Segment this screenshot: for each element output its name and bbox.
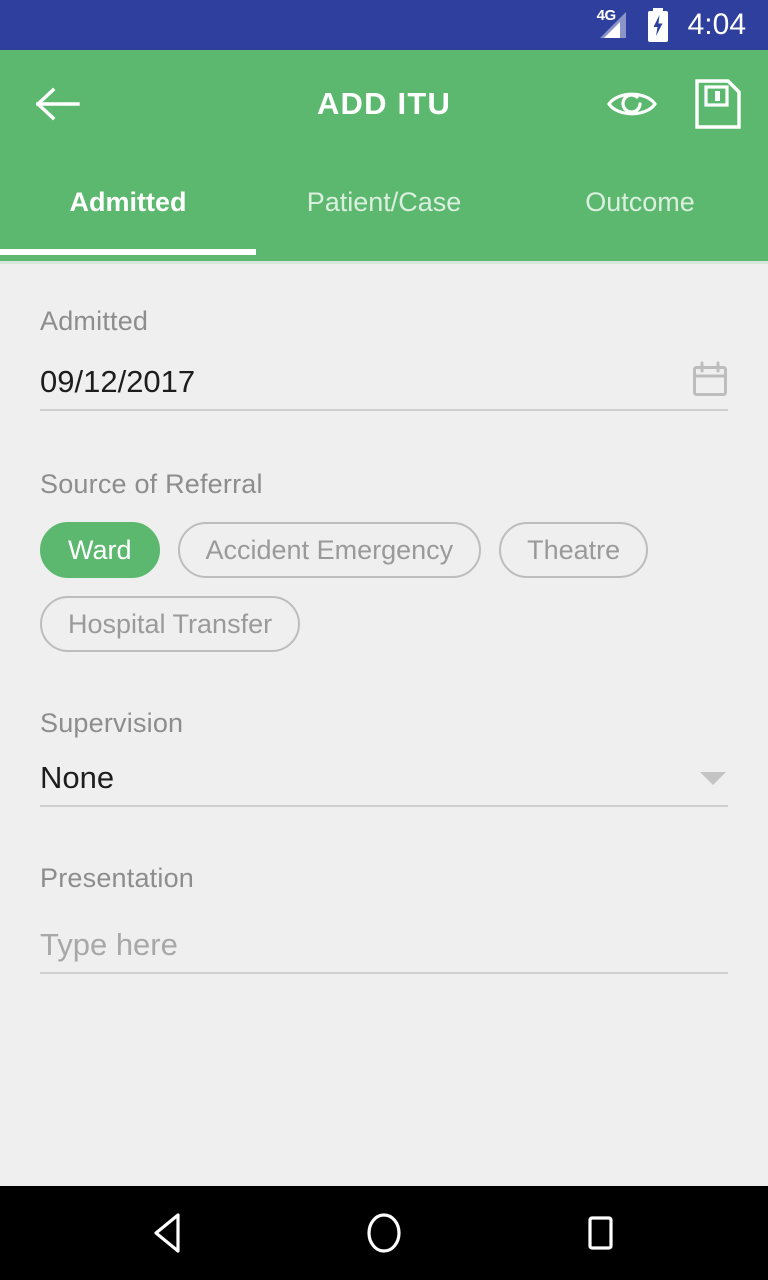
chevron-down-icon[interactable] xyxy=(700,772,726,786)
field-admitted: Admitted 09/12/2017 xyxy=(40,264,728,411)
presentation-input[interactable] xyxy=(40,928,728,963)
admitted-date-value[interactable]: 09/12/2017 xyxy=(40,364,692,399)
floppy-disk-save-icon xyxy=(695,78,741,129)
calendar-icon xyxy=(693,361,727,396)
chip-theatre-label: Theatre xyxy=(527,534,621,565)
eye-icon xyxy=(607,92,657,115)
admitted-label: Admitted xyxy=(40,306,149,336)
android-back-icon xyxy=(154,1213,180,1253)
chip-ward[interactable]: Ward xyxy=(40,522,160,578)
android-back-button[interactable] xyxy=(123,1188,213,1278)
calendar-picker-button[interactable] xyxy=(692,361,728,397)
chip-ward-label: Ward xyxy=(68,534,132,565)
chip-hospital-transfer-label: Hospital Transfer xyxy=(68,608,273,639)
source-of-referral-label: Source of Referral xyxy=(40,469,263,499)
chip-accident-emergency-label: Accident Emergency xyxy=(205,534,454,565)
admitted-input-row[interactable]: 09/12/2017 xyxy=(40,361,728,411)
presentation-input-row[interactable] xyxy=(40,928,728,975)
tab-admitted-label: Admitted xyxy=(69,186,187,217)
app-bar: ADD ITU Admitted Patient/Case Outcome xyxy=(0,50,768,264)
phone-screen: 4G 4:04 ADD ITU Admitted Patient/Case Ou… xyxy=(0,0,768,1280)
field-supervision: Supervision None xyxy=(40,652,728,808)
tab-patient-case-label: Patient/Case xyxy=(306,186,462,217)
app-bar-actions xyxy=(606,78,744,130)
android-recents-button[interactable] xyxy=(555,1188,645,1278)
app-bar-top-row: ADD ITU xyxy=(0,50,768,157)
tab-admitted[interactable]: Admitted xyxy=(0,157,256,261)
android-home-icon xyxy=(367,1213,401,1253)
source-of-referral-chip-group: Ward Accident Emergency Theatre Hospital… xyxy=(40,522,728,652)
form-content: Admitted 09/12/2017 Source of Referral W… xyxy=(0,264,768,1186)
save-button[interactable] xyxy=(692,78,744,130)
chip-hospital-transfer[interactable]: Hospital Transfer xyxy=(40,596,301,652)
back-button[interactable] xyxy=(30,76,86,132)
status-bar-clock: 4:04 xyxy=(687,8,746,41)
field-source-of-referral: Source of Referral Ward Accident Emergen… xyxy=(40,411,728,652)
preview-button[interactable] xyxy=(606,78,658,130)
back-arrow-icon xyxy=(36,87,80,120)
android-navigation-bar xyxy=(0,1186,768,1280)
android-home-button[interactable] xyxy=(339,1188,429,1278)
supervision-label: Supervision xyxy=(40,708,184,738)
android-recents-icon xyxy=(588,1216,613,1250)
field-presentation: Presentation xyxy=(40,807,728,975)
tab-outcome[interactable]: Outcome xyxy=(512,157,768,261)
status-bar-icons: 4G 4:04 xyxy=(596,8,746,42)
tab-patient-case[interactable]: Patient/Case xyxy=(256,157,512,261)
supervision-selected-value[interactable]: None xyxy=(40,760,700,795)
status-bar: 4G 4:04 xyxy=(0,0,768,50)
presentation-label: Presentation xyxy=(40,863,194,894)
chip-theatre[interactable]: Theatre xyxy=(499,522,649,578)
chip-accident-emergency[interactable]: Accident Emergency xyxy=(177,522,482,578)
tab-bar: Admitted Patient/Case Outcome xyxy=(0,157,768,261)
supervision-select-row[interactable]: None xyxy=(40,760,728,808)
tab-outcome-label: Outcome xyxy=(585,186,695,217)
network-type-label: 4G xyxy=(596,7,617,24)
signal-bars-icon: 4G xyxy=(596,8,630,42)
battery-charging-icon xyxy=(647,8,668,42)
active-tab-indicator xyxy=(0,249,256,255)
